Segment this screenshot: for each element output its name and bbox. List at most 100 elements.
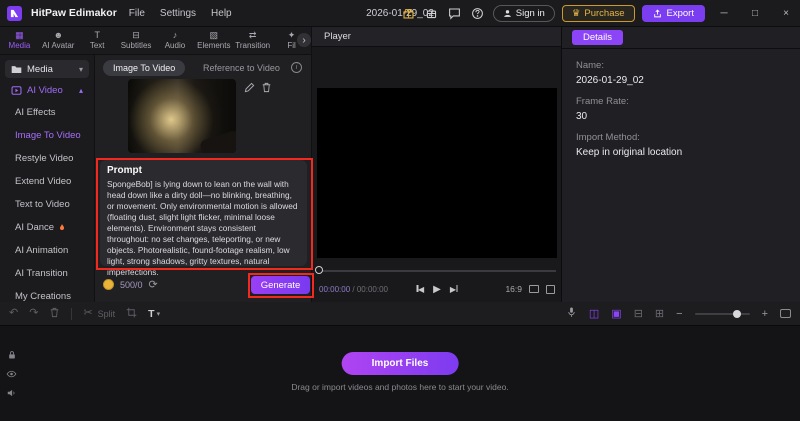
refresh-icon[interactable]: ⟳ — [149, 278, 158, 291]
delete-image-button[interactable] — [261, 82, 272, 96]
timecode: 00:00:00 / 00:00:00 — [319, 284, 388, 294]
eye-icon — [6, 370, 17, 378]
source-image-thumbnail[interactable] — [128, 79, 236, 153]
text-tool-button[interactable]: T ▾ — [148, 308, 160, 320]
name-value: 2026-01-29_02 — [576, 75, 644, 86]
image-to-video-panel: Image To Video Reference to Video i Prom… — [95, 55, 312, 302]
sidebar-item-image-to-video[interactable]: Image To Video — [0, 124, 94, 147]
fit-timeline-button[interactable] — [780, 309, 791, 318]
delete-button[interactable] — [49, 307, 60, 321]
gift-icon[interactable] — [401, 6, 417, 22]
player-title: Player — [324, 31, 351, 42]
sidebar-group-media[interactable]: Media ▾ — [5, 60, 89, 78]
undo-button[interactable]: ↶ — [9, 308, 18, 319]
fullscreen-icon[interactable] — [546, 284, 555, 294]
play-button[interactable]: ▶ — [433, 284, 441, 295]
menu-settings[interactable]: Settings — [157, 6, 199, 21]
preview-window-icon[interactable] — [529, 285, 539, 293]
tab-details[interactable]: Details — [572, 30, 624, 45]
mode-toggle-reference-to-video[interactable]: Reference to Video — [203, 63, 280, 73]
generate-button[interactable]: Generate — [251, 276, 310, 294]
menu-help[interactable]: Help — [208, 6, 235, 21]
aspect-ratio-selector[interactable]: 16:9 — [505, 284, 522, 294]
player-scrubber[interactable] — [318, 270, 556, 272]
import-method-value: Keep in original location — [576, 147, 683, 158]
sidebar-item-ai-effects[interactable]: AI Effects — [0, 101, 94, 124]
tab-subtitles[interactable]: ⊟ Subtitles — [117, 27, 156, 54]
giftbox-icon[interactable] — [424, 6, 440, 22]
edit-toolbar: ↶ ↷ ✂ Split T ▾ ◫ ▣ ⊟ ⊞ − + — [0, 302, 800, 326]
sidebar-item-text-to-video[interactable]: Text to Video — [0, 193, 94, 216]
track-mode-a-button[interactable]: ◫ — [589, 307, 599, 320]
sidebar-item-ai-animation[interactable]: AI Animation — [0, 239, 94, 262]
prompt-box[interactable]: Prompt SpongeBob] is lying down to lean … — [100, 160, 307, 277]
feedback-icon[interactable] — [447, 6, 463, 22]
prompt-text[interactable]: SpongeBob] is lying down to lean on the … — [107, 179, 300, 278]
coin-icon — [103, 279, 114, 290]
crop-button[interactable] — [126, 307, 137, 321]
framerate-value: 30 — [576, 111, 588, 122]
export-button[interactable]: Export — [641, 5, 705, 22]
close-button[interactable]: × — [774, 0, 798, 27]
mode-toggle-image-to-video[interactable]: Image To Video — [103, 60, 186, 76]
minimize-button[interactable]: ─ — [712, 0, 736, 27]
video-preview — [317, 88, 557, 258]
elements-icon: ▧ — [209, 30, 219, 40]
snap-toggle-button[interactable]: ⊟ — [634, 307, 643, 320]
sign-in-button[interactable]: Sign in — [492, 5, 555, 22]
pencil-icon — [244, 82, 255, 93]
purchase-button[interactable]: ♛ Purchase — [561, 5, 635, 22]
app-window: HitPaw Edimakor File Settings Help 2026-… — [0, 0, 800, 421]
hide-track-button[interactable] — [6, 369, 17, 382]
microphone-icon — [568, 307, 575, 317]
tab-transition[interactable]: ⇄ Transition — [233, 27, 272, 54]
maximize-button[interactable]: □ — [743, 0, 767, 27]
player-header: Player — [312, 27, 561, 47]
trash-icon — [262, 82, 271, 93]
sidebar-item-ai-transition[interactable]: AI Transition — [0, 262, 94, 285]
sidebar: Media ▾ AI Video ▴ AI Effects Image To V… — [0, 55, 95, 302]
sidebar-item-restyle-video[interactable]: Restyle Video — [0, 147, 94, 170]
thumbnail-foreground-shape — [198, 129, 236, 153]
tabs-scroll-right-button[interactable]: › — [297, 33, 311, 47]
sign-in-label: Sign in — [515, 8, 545, 19]
tab-ai-avatar[interactable]: ☻ AI Avatar — [39, 27, 78, 54]
info-icon[interactable]: i — [291, 62, 302, 73]
menu-file[interactable]: File — [126, 6, 148, 21]
framerate-label: Frame Rate: — [576, 96, 629, 107]
track-mode-b-button[interactable]: ▣ — [611, 307, 621, 320]
credits-row: 500/0 ⟳ — [103, 278, 158, 291]
details-header: Details — [562, 27, 800, 49]
player-right-controls: 16:9 — [505, 284, 555, 294]
tab-media[interactable]: ▦ Media — [0, 27, 39, 54]
prev-frame-button[interactable]: ◀ — [416, 284, 424, 295]
tab-text[interactable]: T Text — [78, 27, 117, 54]
audio-icon: ♪ — [172, 30, 178, 40]
voiceover-mic-button[interactable] — [566, 306, 577, 321]
tab-audio[interactable]: ♪ Audio — [156, 27, 195, 54]
zoom-in-button[interactable]: + — [762, 308, 768, 320]
sidebar-item-ai-dance[interactable]: AI Dance — [0, 216, 94, 239]
timeline-hint-text: Drag or import videos and photos here to… — [291, 382, 509, 392]
sidebar-item-extend-video[interactable]: Extend Video — [0, 170, 94, 193]
chevron-right-icon: › — [302, 34, 306, 46]
folder-icon — [11, 65, 22, 73]
split-button[interactable]: ✂ — [83, 308, 92, 319]
zoom-out-button[interactable]: − — [676, 308, 682, 320]
redo-button[interactable]: ↷ — [29, 308, 38, 319]
credits-count: 500/0 — [120, 279, 143, 290]
edit-image-button[interactable] — [244, 82, 255, 96]
grid-toggle-button[interactable]: ⊞ — [655, 307, 664, 320]
playhead-handle[interactable] — [315, 266, 323, 274]
import-files-button[interactable]: Import Files — [341, 352, 459, 375]
tab-elements[interactable]: ▧ Elements — [194, 27, 233, 54]
next-frame-button[interactable]: ▶ — [450, 284, 458, 295]
timeline-zoom-slider[interactable] — [694, 309, 750, 318]
user-icon — [503, 10, 511, 17]
zoom-slider-handle[interactable] — [733, 309, 742, 318]
help-icon[interactable] — [470, 6, 486, 22]
lock-track-button[interactable] — [7, 350, 17, 363]
name-label: Name: — [576, 60, 604, 71]
sidebar-group-ai-video[interactable]: AI Video ▴ — [0, 81, 94, 99]
player-controls: 00:00:00 / 00:00:00 ◀ ▶ ▶ 16:9 — [312, 278, 562, 300]
